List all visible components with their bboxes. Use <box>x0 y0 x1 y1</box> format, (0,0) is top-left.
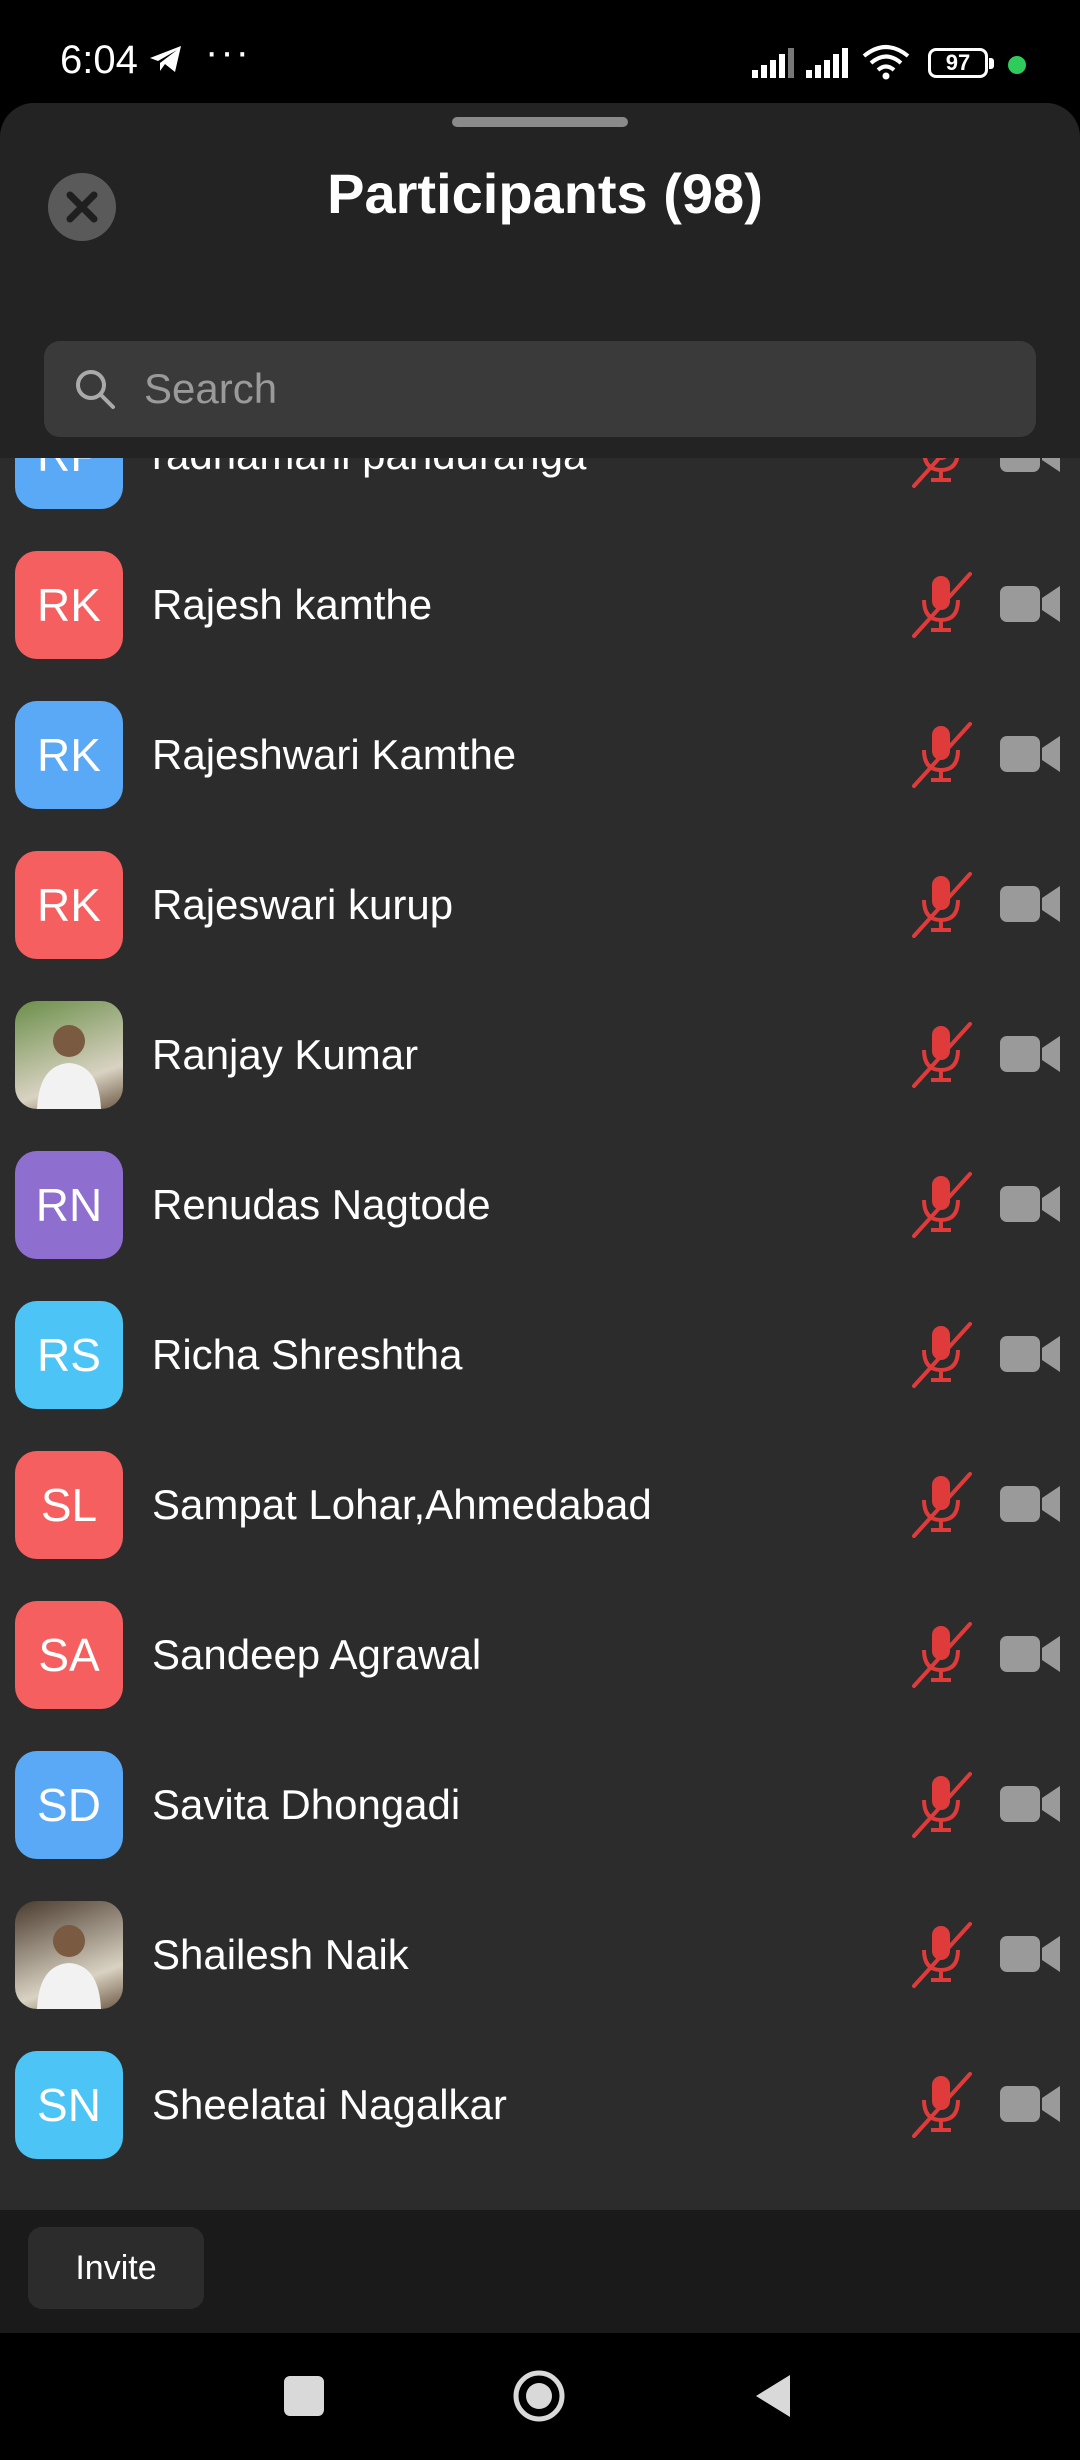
participant-row[interactable]: SN Sheelatai Nagalkar <box>0 2030 1080 2180</box>
avatar: SD <box>15 1751 123 1859</box>
mic-muted-icon[interactable] <box>908 1620 974 1695</box>
avatar: RN <box>15 1151 123 1259</box>
wifi-icon <box>862 44 910 85</box>
video-camera-icon[interactable] <box>1000 458 1062 481</box>
mic-muted-icon[interactable] <box>908 1920 974 1995</box>
participant-name: Sheelatai Nagalkar <box>152 2081 507 2128</box>
profile-photo-icon <box>37 1925 101 2009</box>
participant-name: radhamani panduranga <box>152 458 586 530</box>
participant-row[interactable]: Ranjay Kumar <box>0 980 1080 1130</box>
invite-button[interactable]: Invite <box>28 2227 204 2309</box>
navigation-bar <box>0 2333 1080 2460</box>
mic-muted-icon[interactable] <box>908 1320 974 1395</box>
participant-name: Rajeswari kurup <box>152 881 454 928</box>
video-camera-icon[interactable] <box>1000 1932 1062 1981</box>
participant-name: Richa Shreshtha <box>152 1331 463 1378</box>
search-input[interactable] <box>142 364 966 414</box>
avatar-initials: SA <box>38 1629 100 1681</box>
profile-photo-icon <box>37 1025 101 1109</box>
recent-apps-button[interactable] <box>284 2376 324 2416</box>
video-camera-icon[interactable] <box>1000 1482 1062 1531</box>
avatar <box>15 1001 123 1109</box>
avatar: SN <box>15 2051 123 2159</box>
avatar-initials: RP <box>37 458 101 482</box>
participant-name: Sampat Lohar,Ahmedabad <box>152 1481 652 1528</box>
video-camera-icon[interactable] <box>1000 1032 1062 1081</box>
avatar: SA <box>15 1601 123 1709</box>
privacy-indicator <box>1008 56 1026 74</box>
video-camera-icon[interactable] <box>1000 732 1062 781</box>
participant-row[interactable]: SA Sandeep Agrawal <box>0 1580 1080 1730</box>
participant-row[interactable]: RP radhamani panduranga <box>0 458 1080 530</box>
back-button[interactable] <box>752 2373 794 2419</box>
participant-row[interactable]: RK Rajesh kamthe <box>0 530 1080 680</box>
battery-icon: 97 <box>928 48 994 78</box>
video-camera-icon[interactable] <box>1000 1332 1062 1381</box>
participant-row[interactable]: RK Rajeshwari Kamthe <box>0 680 1080 830</box>
avatar-initials: SN <box>37 2079 101 2131</box>
avatar-initials: RK <box>37 729 101 781</box>
more-notifications-icon: ··· <box>205 30 251 74</box>
mic-muted-icon[interactable] <box>908 1770 974 1845</box>
video-camera-icon[interactable] <box>1000 1182 1062 1231</box>
video-camera-icon[interactable] <box>1000 882 1062 931</box>
mic-muted-icon[interactable] <box>908 1020 974 1095</box>
signal-icon <box>752 48 798 83</box>
participant-row[interactable]: RS Richa Shreshtha <box>0 1280 1080 1430</box>
status-bar: 6:04 ··· 97 <box>0 0 1080 110</box>
avatar-initials: SL <box>40 1479 98 1531</box>
avatar: RK <box>15 851 123 959</box>
home-button[interactable] <box>512 2369 566 2423</box>
telegram-icon <box>148 44 184 79</box>
avatar <box>15 1901 123 2009</box>
participant-name: Renudas Nagtode <box>152 1181 491 1228</box>
participant-row[interactable]: RN Renudas Nagtode <box>0 1130 1080 1280</box>
participant-name: Rajesh kamthe <box>152 581 433 628</box>
mic-muted-icon[interactable] <box>908 2070 974 2145</box>
participant-name: Rajeshwari Kamthe <box>152 731 517 778</box>
avatar: RK <box>15 551 123 659</box>
drag-handle[interactable] <box>452 117 628 127</box>
video-camera-icon[interactable] <box>1000 2082 1062 2131</box>
signal-icon <box>806 48 852 83</box>
participant-name: Shailesh Naik <box>152 1931 409 1978</box>
participant-name: Savita Dhongadi <box>152 1781 461 1828</box>
avatar-initials: RK <box>37 579 101 631</box>
participants-sheet: Participants (98) RP radhamani panduranga… <box>0 103 1080 2333</box>
video-camera-icon[interactable] <box>1000 1632 1062 1681</box>
search-bar[interactable] <box>44 341 1036 437</box>
participant-row[interactable]: RK Rajeswari kurup <box>0 830 1080 980</box>
footer-bar: Invite <box>0 2210 1080 2333</box>
video-camera-icon[interactable] <box>1000 582 1062 631</box>
avatar-initials: RN <box>35 1179 103 1231</box>
avatar: RS <box>15 1301 123 1409</box>
avatar-initials: RK <box>37 879 101 931</box>
participant-name: Ranjay Kumar <box>152 1031 419 1078</box>
search-icon <box>74 368 116 410</box>
participant-name: Sandeep Agrawal <box>152 1631 482 1678</box>
video-camera-icon[interactable] <box>1000 1782 1062 1831</box>
page-title: Participants (98) <box>327 162 763 225</box>
mic-muted-icon[interactable] <box>908 870 974 945</box>
mic-muted-icon[interactable] <box>908 1470 974 1545</box>
mic-muted-icon[interactable] <box>908 458 974 495</box>
avatar: SL <box>15 1451 123 1559</box>
participant-row[interactable]: Shailesh Naik <box>0 1880 1080 2030</box>
mic-muted-icon[interactable] <box>908 1170 974 1245</box>
avatar-initials: SD <box>37 1779 101 1831</box>
participant-list[interactable]: RP radhamani panduranga RK Rajesh kamthe R… <box>0 458 1080 2213</box>
avatar: RK <box>15 701 123 809</box>
mic-muted-icon[interactable] <box>908 720 974 795</box>
avatar-initials: RS <box>37 1329 101 1381</box>
participant-row[interactable]: SD Savita Dhongadi <box>0 1730 1080 1880</box>
mic-muted-icon[interactable] <box>908 570 974 645</box>
status-time: 6:04 <box>60 38 138 82</box>
avatar: RP <box>15 458 123 509</box>
participant-row[interactable]: SL Sampat Lohar,Ahmedabad <box>0 1430 1080 1580</box>
